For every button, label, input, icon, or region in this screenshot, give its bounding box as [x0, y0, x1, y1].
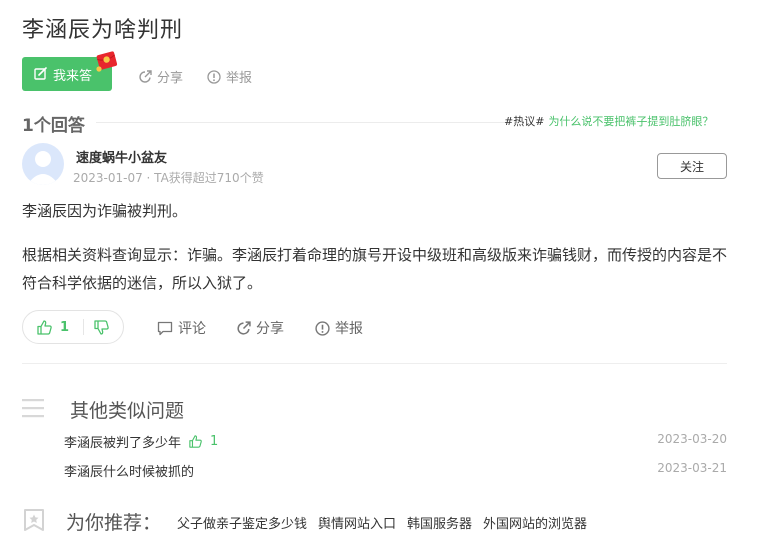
answer-meta: 2023-01-07 · TA获得超过710个赞 — [73, 171, 264, 185]
page-title: 李涵辰为啥判刑 — [22, 18, 184, 43]
share-label: 分享 — [256, 321, 284, 337]
similar-question-date: 2023-03-20 — [657, 432, 727, 446]
edit-icon — [34, 67, 47, 80]
recommend-link[interactable]: 舆情网站入口 — [318, 513, 396, 532]
warning-circle-icon — [207, 69, 221, 84]
share-icon — [139, 69, 152, 83]
recommend-link[interactable]: 韩国服务器 — [407, 513, 472, 532]
like-count: 1 — [60, 319, 70, 335]
recommend-link[interactable]: 外国网站的浏览器 — [483, 513, 587, 532]
recommend-title: 为你推荐： — [66, 512, 162, 534]
follow-button[interactable]: 关注 — [657, 153, 727, 179]
similar-question-date: 2023-03-21 — [657, 461, 727, 475]
avatar[interactable] — [22, 143, 64, 185]
username[interactable]: 速度蜗牛小盆友 — [76, 147, 167, 166]
red-packet-icon[interactable] — [94, 50, 120, 72]
similar-questions-title: 其他类似问题 — [70, 400, 185, 422]
comment-button[interactable]: 评论 — [157, 318, 206, 338]
similar-question-text: 李涵辰什么时候被抓的 — [64, 465, 195, 480]
warning-circle-icon — [315, 320, 330, 336]
hot-tag: #热议# — [504, 115, 545, 128]
answer-button-label: 我来答 — [53, 68, 93, 84]
report-label: 举报 — [335, 321, 363, 337]
answer-report-button[interactable]: 举报 — [315, 318, 363, 338]
answer-paragraph: 李涵辰因为诈骗被判刑。 — [22, 202, 188, 220]
share-label: 分享 — [157, 71, 184, 86]
similar-question-likes: 1 — [189, 434, 218, 449]
comment-label: 评论 — [178, 321, 206, 337]
recommend-link[interactable]: 父子做亲子鉴定多少钱 — [177, 513, 307, 532]
answer-paragraph: 根据相关资料查询显示：诈骗。李涵辰打着命理的旗号开设中级班和高级版来诈骗钱财，而… — [22, 246, 728, 292]
divider — [22, 363, 727, 364]
vote-box: 1 — [22, 310, 124, 344]
recommend-icon — [22, 508, 46, 532]
similar-question-link[interactable]: 李涵辰什么时候被抓的 — [64, 461, 194, 480]
similar-question-text: 李涵辰被判了多少年 — [64, 436, 182, 451]
list-icon — [22, 397, 44, 419]
like-button[interactable]: 1 — [23, 320, 83, 335]
thumbs-up-icon — [189, 435, 202, 448]
hot-question[interactable]: 为什么说不要把裤子提到肚脐眼？ — [548, 115, 713, 128]
share-icon — [237, 320, 251, 335]
hot-topic-link[interactable]: #热议# 为什么说不要把裤子提到肚脐眼？ — [504, 113, 713, 129]
thumbs-down-icon — [94, 319, 109, 335]
answer-count: 1个回答 — [22, 116, 85, 136]
thumbs-up-icon — [37, 319, 52, 335]
answer-share-button[interactable]: 分享 — [236, 318, 284, 338]
comment-icon — [157, 321, 173, 335]
similar-question-link[interactable]: 李涵辰被判了多少年 1 — [64, 432, 218, 451]
recommend-links: 父子做亲子鉴定多少钱 舆情网站入口 韩国服务器 外国网站的浏览器 — [177, 513, 587, 532]
similar-like-count: 1 — [210, 434, 219, 449]
report-label: 举报 — [226, 71, 253, 86]
share-button[interactable]: 分享 — [138, 67, 183, 86]
dislike-button[interactable] — [84, 319, 109, 335]
report-button[interactable]: 举报 — [207, 67, 252, 86]
divider — [96, 122, 504, 123]
